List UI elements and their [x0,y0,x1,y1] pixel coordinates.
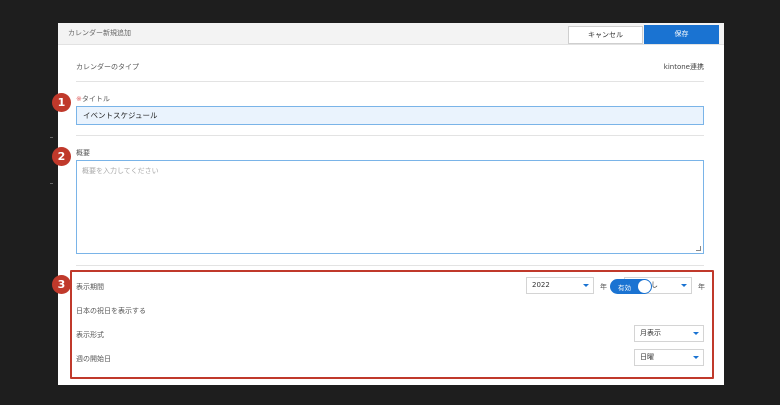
settings-highlight-box [70,270,714,379]
step-badge-1: 1 [52,93,71,112]
divider [76,265,704,266]
cancel-button[interactable]: キャンセル [568,26,643,44]
divider [76,81,704,82]
step-badge-3: 3 [52,275,71,294]
dialog-header: カレンダー新規追加 キャンセル 保存 [58,23,724,45]
dialog-title: カレンダー新規追加 [68,29,131,37]
calendar-type-value: kintone連携 [663,63,704,71]
title-input[interactable]: イベントスケジュール [76,106,704,125]
divider [76,135,704,136]
side-mark [50,137,53,138]
side-mark [50,183,53,184]
step-badge-2: 2 [52,147,71,166]
save-button[interactable]: 保存 [644,25,719,44]
summary-placeholder: 概要を入力してください [82,167,159,175]
summary-label: 概要 [76,149,90,157]
summary-textarea[interactable]: 概要を入力してください [76,160,704,254]
title-label-text: タイトル [81,95,110,103]
title-field-label: ※タイトル [76,94,110,104]
calendar-type-label: カレンダーのタイプ [76,63,139,71]
resize-handle-icon[interactable] [696,246,701,251]
